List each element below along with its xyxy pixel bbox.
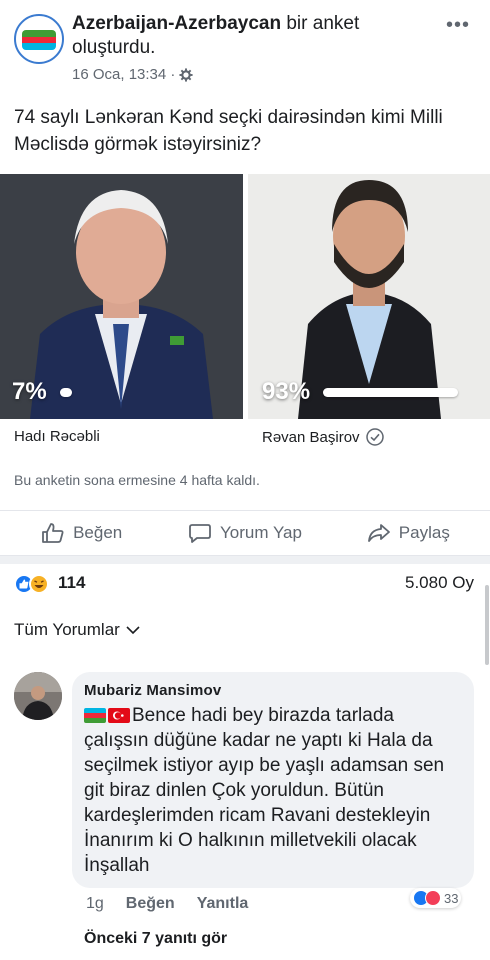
comment-body: Bence hadi bey birazda tarlada çalışsın … [84, 705, 445, 876]
poll-option-2-name[interactable]: Rəvan Başirov [262, 428, 384, 446]
turkey-flag-icon [108, 708, 130, 723]
comments-sort-label: Tüm Yorumlar [14, 620, 120, 639]
comments-sort-dropdown[interactable]: Tüm Yorumlar [14, 620, 140, 640]
poll-option-2-label: Rəvan Başirov [262, 428, 360, 446]
comment-icon [189, 524, 211, 543]
comment-age: 1g [86, 895, 104, 912]
chevron-down-icon [126, 626, 140, 635]
poll-option-2-bar [323, 388, 458, 397]
view-previous-replies-link[interactable]: Önceki 7 yanıtı gör [84, 930, 227, 948]
azerbaijan-flag-icon [22, 30, 56, 50]
poll-option-2-percent: 93% [262, 378, 311, 405]
post-meta: 16 Oca, 13:34 · [72, 66, 193, 83]
haha-reaction-icon [29, 574, 49, 594]
section-divider [0, 556, 490, 564]
post-timestamp[interactable]: 16 Oca, 13:34 · [72, 66, 175, 83]
poll-option-1-percent: 7% [12, 378, 47, 405]
poll-option-1-label: Hadı Rəcəbli [14, 428, 100, 445]
comment-like-button[interactable]: Beğen [126, 895, 175, 913]
post-title: Azerbaijan-Azerbaycan bir anket oluşturd… [72, 12, 432, 60]
page-name-link[interactable]: Azerbaijan-Azerbaycan [72, 13, 281, 34]
post-actions: Beğen Yorum Yap Paylaş [0, 510, 490, 556]
post-header: Azerbaijan-Azerbaycan bir anket oluşturd… [0, 0, 490, 95]
comment-reply-button[interactable]: Yanıtla [197, 895, 249, 913]
gear-icon [179, 67, 193, 82]
vote-count[interactable]: 5.080 Oy [405, 573, 474, 593]
share-icon [367, 524, 390, 542]
like-button-label: Beğen [73, 523, 123, 542]
scrollbar[interactable] [485, 585, 489, 665]
poll-ends-text: Bu anketin sona ermesine 4 hafta kaldı. [14, 472, 260, 488]
check-circle-icon [365, 428, 384, 446]
share-button[interactable]: Paylaş [327, 511, 490, 555]
comment-text: Bence hadi bey birazda tarlada çalışsın … [84, 703, 462, 878]
share-button-label: Paylaş [398, 523, 450, 542]
reactions-summary[interactable]: 114 5.080 Oy [0, 568, 490, 602]
comment-button[interactable]: Yorum Yap [163, 511, 326, 555]
poll-question: 74 saylı Lənkəran Kənd seçki dairəsindən… [14, 107, 443, 155]
poll-option-1-name[interactable]: Hadı Rəcəbli [14, 428, 100, 445]
reaction-icons [14, 574, 49, 594]
like-button[interactable]: Beğen [0, 511, 163, 555]
comment-button-label: Yorum Yap [220, 523, 302, 542]
page-avatar[interactable] [14, 14, 64, 64]
commenter-avatar[interactable] [14, 672, 62, 720]
comment-bubble: Mubariz Mansimov Bence hadi bey birazda … [72, 672, 474, 888]
love-reaction-icon [425, 890, 441, 906]
thumbs-up-icon [42, 523, 64, 543]
poll-option-1-bar [60, 388, 72, 397]
more-options-icon[interactable]: ••• [446, 14, 470, 37]
comment-reaction-count: 33 [444, 890, 459, 906]
reaction-count[interactable]: 114 [58, 573, 85, 593]
comment-meta: 1g Beğen Yanıtla [86, 895, 248, 913]
comment-reactions[interactable]: 33 [410, 888, 462, 908]
azerbaijan-flag-icon [84, 708, 106, 723]
comment-author[interactable]: Mubariz Mansimov [84, 682, 462, 699]
